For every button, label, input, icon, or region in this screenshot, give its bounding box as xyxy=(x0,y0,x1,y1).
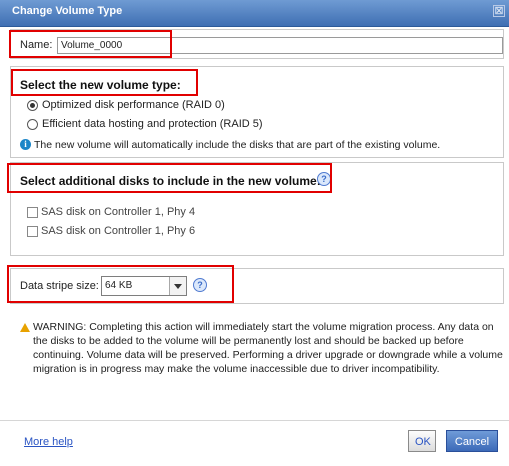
name-label: Name: xyxy=(20,39,53,51)
disk-phy4-checkbox[interactable] xyxy=(27,207,38,218)
disk-phy6-checkbox[interactable] xyxy=(27,226,38,237)
stripe-size-label: Data stripe size: xyxy=(20,280,99,292)
disk-phy4-label[interactable]: SAS disk on Controller 1, Phy 4 xyxy=(41,206,195,218)
more-help-link[interactable]: More help xyxy=(24,436,73,448)
disk-phy6-label[interactable]: SAS disk on Controller 1, Phy 6 xyxy=(41,225,195,237)
stripe-help-icon[interactable]: ? xyxy=(193,278,207,292)
warning-text: WARNING: Completing this action will imm… xyxy=(33,321,503,375)
volume-info-text: The new volume will automatically includ… xyxy=(34,139,441,151)
additional-disks-help-icon[interactable]: ? xyxy=(317,172,331,186)
raid0-radio[interactable] xyxy=(27,100,38,111)
raid5-radio[interactable] xyxy=(27,119,38,130)
ok-button[interactable]: OK xyxy=(408,430,436,452)
raid0-option-label[interactable]: Optimized disk performance (RAID 0) xyxy=(42,99,225,111)
additional-disks-heading: Select additional disks to include in th… xyxy=(20,174,321,188)
dialog-title: Change Volume Type xyxy=(12,5,123,17)
footer-divider xyxy=(0,420,509,421)
close-icon[interactable]: ⊠ xyxy=(493,5,505,17)
volume-type-heading: Select the new volume type: xyxy=(20,78,181,92)
raid5-option-label[interactable]: Efficient data hosting and protection (R… xyxy=(42,118,263,130)
stripe-size-select[interactable]: 64 KB xyxy=(101,276,187,296)
dialog-titlebar: Change Volume Type ⊠ xyxy=(0,0,509,27)
chevron-down-icon[interactable] xyxy=(169,277,186,295)
name-field[interactable] xyxy=(57,37,503,54)
warning-icon xyxy=(20,323,30,332)
cancel-button[interactable]: Cancel xyxy=(446,430,498,452)
stripe-size-value: 64 KB xyxy=(105,280,133,291)
info-icon: i xyxy=(20,139,31,150)
